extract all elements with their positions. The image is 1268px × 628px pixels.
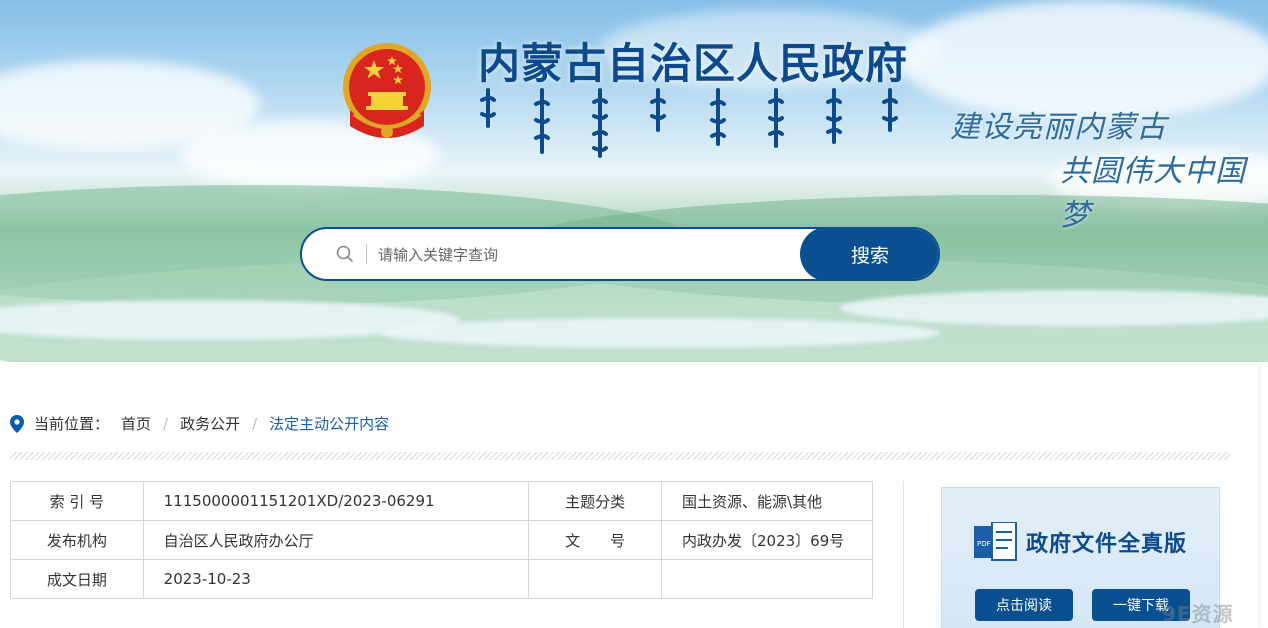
pdf-label: PDF <box>977 540 991 548</box>
search-divider <box>366 244 367 264</box>
search-icon <box>336 245 354 263</box>
watermark: 9E资源 <box>1162 602 1234 626</box>
meta-value: 国土资源、能源\其他 <box>661 481 873 521</box>
mongolian-title-graphic <box>480 88 898 158</box>
table-row: 成文日期 2023-10-23 <box>10 559 873 599</box>
hatched-divider <box>10 452 1230 460</box>
meta-value: 1115000001151201XD/2023-06291 <box>142 481 530 521</box>
meta-label: 发布机构 <box>10 520 144 560</box>
search-input[interactable] <box>378 241 798 269</box>
location-pin-icon <box>10 414 24 433</box>
header-banner: 内蒙古自治区人民政府 建设亮丽内蒙古 共圆伟大中国梦 搜索 <box>0 0 1268 362</box>
site-title: 内蒙古自治区人民政府 <box>478 39 909 88</box>
meta-label: 成文日期 <box>10 559 144 599</box>
slogan-line-2: 共圆伟大中国梦 <box>1060 154 1246 233</box>
meta-value: 2023-10-23 <box>142 559 530 599</box>
table-row: 索 引 号 1115000001151201XD/2023-06291 主题分类… <box>10 481 873 521</box>
breadcrumb: 当前位置： 首页 / 政务公开 / 法定主动公开内容 <box>10 413 389 434</box>
national-emblem-icon <box>343 43 431 138</box>
breadcrumb-current[interactable]: 法定主动公开内容 <box>269 413 389 434</box>
read-button[interactable]: 点击阅读 <box>975 589 1073 621</box>
meta-label: 文 号 <box>528 520 662 560</box>
meta-label <box>528 559 662 599</box>
meta-value <box>661 559 873 599</box>
full-text-title: 政府文件全真版 <box>1026 531 1188 557</box>
search-button[interactable]: 搜索 <box>800 229 938 279</box>
breadcrumb-separator: / <box>252 414 258 433</box>
breadcrumb-prefix: 当前位置： <box>34 415 110 433</box>
search-bar: 搜索 <box>300 227 940 281</box>
document-metadata-table: 索 引 号 1115000001151201XD/2023-06291 主题分类… <box>10 481 873 599</box>
table-row: 发布机构 自治区人民政府办公厅 文 号 内政办发〔2023〕69号 <box>10 520 873 560</box>
main-content: 当前位置： 首页 / 政务公开 / 法定主动公开内容 索 引 号 1115000… <box>0 362 1258 628</box>
breadcrumb-gov-affairs[interactable]: 政务公开 <box>180 413 240 434</box>
meta-value: 自治区人民政府办公厅 <box>142 520 530 560</box>
pdf-document-icon: PDF <box>974 522 1017 561</box>
breadcrumb-separator: / <box>163 414 169 433</box>
meta-value: 内政办发〔2023〕69号 <box>661 520 873 560</box>
breadcrumb-home[interactable]: 首页 <box>121 413 151 434</box>
meta-label: 索 引 号 <box>10 481 144 521</box>
river <box>380 318 940 348</box>
column-divider <box>903 481 904 628</box>
meta-label: 主题分类 <box>528 481 662 521</box>
slogan-line-1: 建设亮丽内蒙古 <box>950 110 1167 145</box>
